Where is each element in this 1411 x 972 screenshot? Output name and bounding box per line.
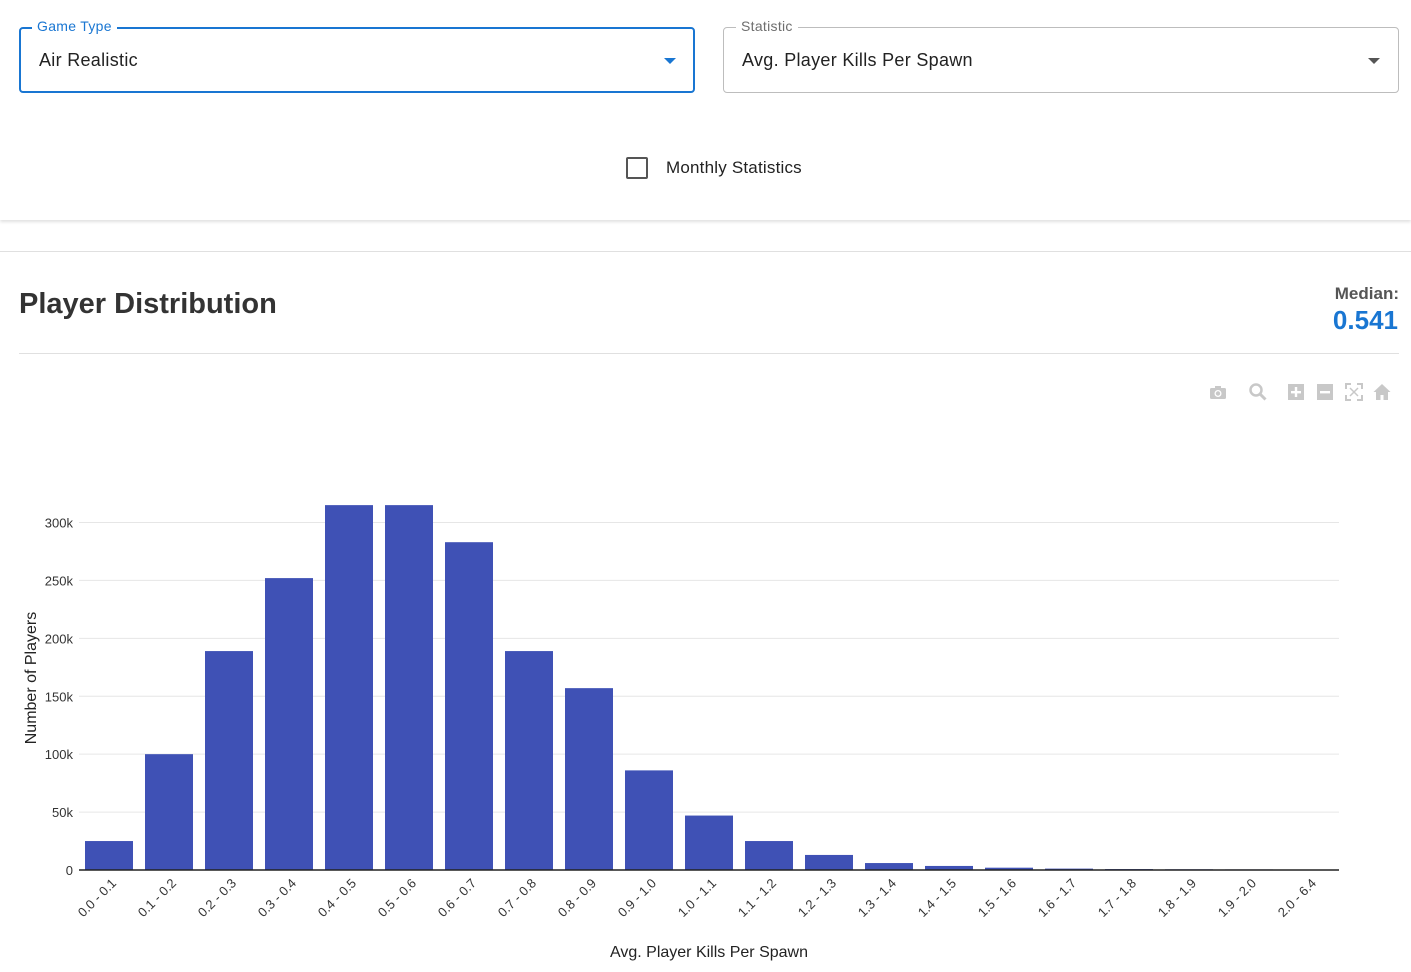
x-tick-label: 0.8 - 0.9: [555, 876, 599, 920]
y-tick-label: 150k: [45, 689, 74, 704]
bar: [505, 651, 553, 870]
y-tick-label: 100k: [45, 747, 74, 762]
x-tick-label: 1.6 - 1.7: [1035, 876, 1079, 920]
y-tick-label: 200k: [45, 631, 74, 646]
bar: [565, 688, 613, 870]
bar: [745, 841, 793, 870]
y-tick-label: 50k: [52, 805, 73, 820]
x-tick-label: 1.7 - 1.8: [1095, 876, 1139, 920]
x-tick-label: 0.1 - 0.2: [135, 876, 179, 920]
bar: [145, 754, 193, 870]
bar: [385, 505, 433, 870]
bar: [445, 542, 493, 870]
player-distribution-chart: 0 50k 100k 150k 200k 250k 300k 0.0 - 0.1 0.1 - 0…: [23, 505, 1339, 961]
x-tick-label: 1.2 - 1.3: [795, 876, 839, 920]
y-tick-label: 250k: [45, 573, 74, 588]
x-tick-label: 1.4 - 1.5: [915, 876, 959, 920]
bar: [805, 854, 853, 870]
x-tick-label: 0.4 - 0.5: [315, 876, 359, 920]
x-tick-label: 0.5 - 0.6: [375, 876, 419, 920]
bar: [205, 651, 253, 870]
x-tick-label: 0.0 - 0.1: [75, 876, 119, 920]
x-tick-label: 0.6 - 0.7: [435, 876, 479, 920]
bar: [865, 863, 913, 870]
y-tick-label: 0: [66, 863, 73, 878]
x-tick-label: 1.1 - 1.2: [735, 876, 779, 920]
x-tick-label: 2.0 - 6.4: [1275, 876, 1319, 920]
bar: [685, 815, 733, 870]
y-axis-title: Number of Players: [23, 612, 40, 745]
x-tick-label: 1.5 - 1.6: [975, 876, 1019, 920]
x-tick-label: 0.9 - 1.0: [615, 876, 659, 920]
bar: [85, 841, 133, 870]
x-tick-label: 1.8 - 1.9: [1155, 876, 1199, 920]
x-tick-label: 1.0 - 1.1: [675, 876, 719, 920]
bar: [625, 770, 673, 870]
bar: [265, 578, 313, 870]
bar: [325, 505, 373, 870]
x-axis-title: Avg. Player Kills Per Spawn: [610, 944, 808, 961]
x-tick-label: 0.3 - 0.4: [255, 876, 299, 920]
x-tick-label: 0.2 - 0.3: [195, 876, 239, 920]
x-tick-label: 1.3 - 1.4: [855, 876, 899, 920]
x-tick-label: 1.9 - 2.0: [1215, 876, 1259, 920]
x-tick-label: 0.7 - 0.8: [495, 876, 539, 920]
y-tick-label: 300k: [45, 516, 74, 531]
